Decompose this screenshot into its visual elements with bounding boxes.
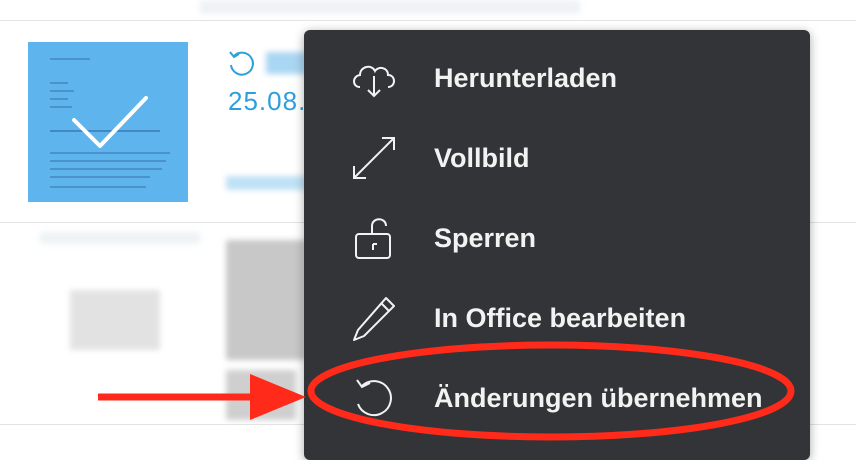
menu-item-label: Sperren xyxy=(434,223,537,253)
pencil-icon xyxy=(353,297,395,341)
red-arrow-annotation xyxy=(98,374,306,420)
highlight-ellipse-annotation xyxy=(307,341,795,441)
file-date: 25.08. xyxy=(228,86,304,116)
blurred-filename xyxy=(266,52,306,74)
cloud-download-icon xyxy=(353,65,395,98)
blurred-row-header xyxy=(40,232,200,244)
checkmark-icon xyxy=(72,96,148,148)
unlock-icon xyxy=(355,218,391,259)
blurred-text-block xyxy=(226,240,306,360)
menu-item-label: Herunterladen xyxy=(434,63,618,93)
blurred-file-info xyxy=(226,176,306,190)
menu-item-label: Vollbild xyxy=(434,143,530,173)
document-thumbnail[interactable] xyxy=(28,42,188,202)
blurred-header-text xyxy=(200,0,580,14)
restore-small-icon[interactable] xyxy=(226,48,256,78)
expand-arrows-icon xyxy=(353,137,395,179)
list-divider-top xyxy=(0,20,856,21)
blurred-thumbnail-2 xyxy=(70,290,160,350)
menu-item-fullscreen[interactable]: Vollbild xyxy=(304,118,810,198)
menu-item-lock[interactable]: Sperren xyxy=(304,198,810,278)
menu-item-download[interactable]: Herunterladen xyxy=(304,38,810,118)
